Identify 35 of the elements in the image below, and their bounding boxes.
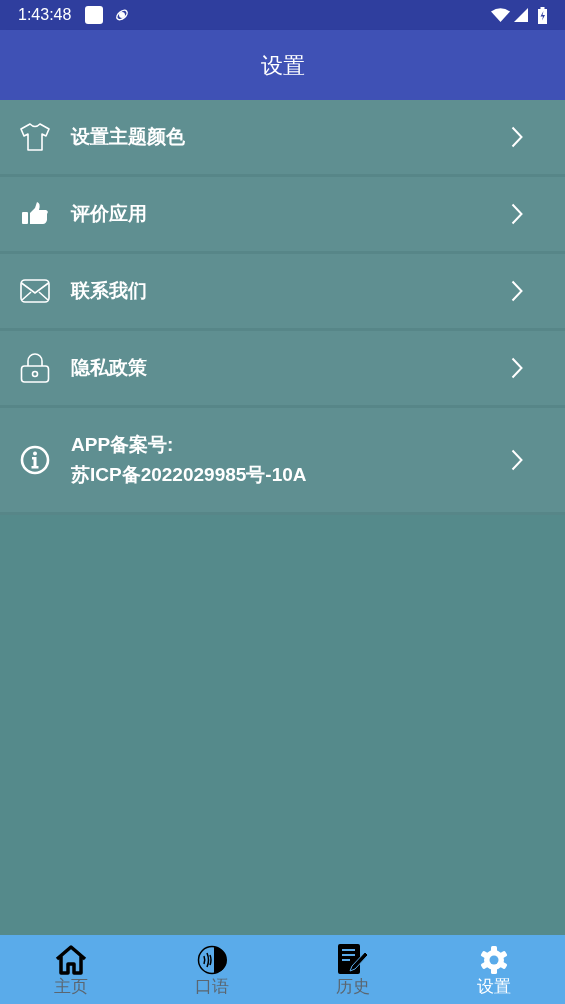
settings-row[interactable]: 隐私政策 (0, 331, 565, 408)
chevron-right-icon (511, 357, 523, 379)
setting-label: 联系我们 (71, 279, 148, 303)
chevron-right-icon (511, 203, 523, 225)
nav-tab[interactable]: 口语 (141, 935, 283, 1004)
setting-label: 隐私政策 (71, 356, 148, 380)
home-icon (54, 944, 87, 975)
lock-icon (20, 353, 50, 383)
notification-icon (85, 6, 104, 24)
settings-icon (480, 945, 509, 974)
thumbs-up-icon (21, 202, 49, 226)
chevron-right-icon (511, 280, 523, 302)
info-icon (20, 445, 50, 475)
chevron-right-icon (511, 126, 523, 148)
chevron-right-icon (511, 449, 523, 471)
status-time: 1:43:48 (18, 5, 72, 25)
nav-tab[interactable]: 历史 (282, 935, 424, 1004)
sound-wave-icon (196, 944, 227, 975)
shirt-icon (20, 123, 50, 151)
nav-tab[interactable]: 设置 (423, 935, 565, 1004)
setting-label: 评价应用 (71, 202, 148, 226)
battery-icon (538, 6, 547, 24)
settings-row[interactable]: 联系我们 (0, 254, 565, 331)
setting-label: 设置主题颜色 (71, 125, 186, 149)
signal-icon (514, 8, 528, 22)
wifi-icon (491, 8, 510, 22)
envelope-icon (20, 279, 50, 303)
setting-label: APP备案号: (71, 433, 175, 457)
note-edit-icon (337, 943, 370, 976)
nav-tab[interactable]: 主页 (0, 935, 142, 1004)
app-bar-title: 设置 (260, 51, 305, 80)
setting-label: 苏ICP备2022029985号-10A (71, 463, 308, 487)
settings-row[interactable]: APP备案号: 苏ICP备2022029985号-10A (0, 408, 565, 515)
settings-row[interactable]: 设置主题颜色 (0, 100, 565, 177)
settings-row[interactable]: 评价应用 (0, 177, 565, 254)
